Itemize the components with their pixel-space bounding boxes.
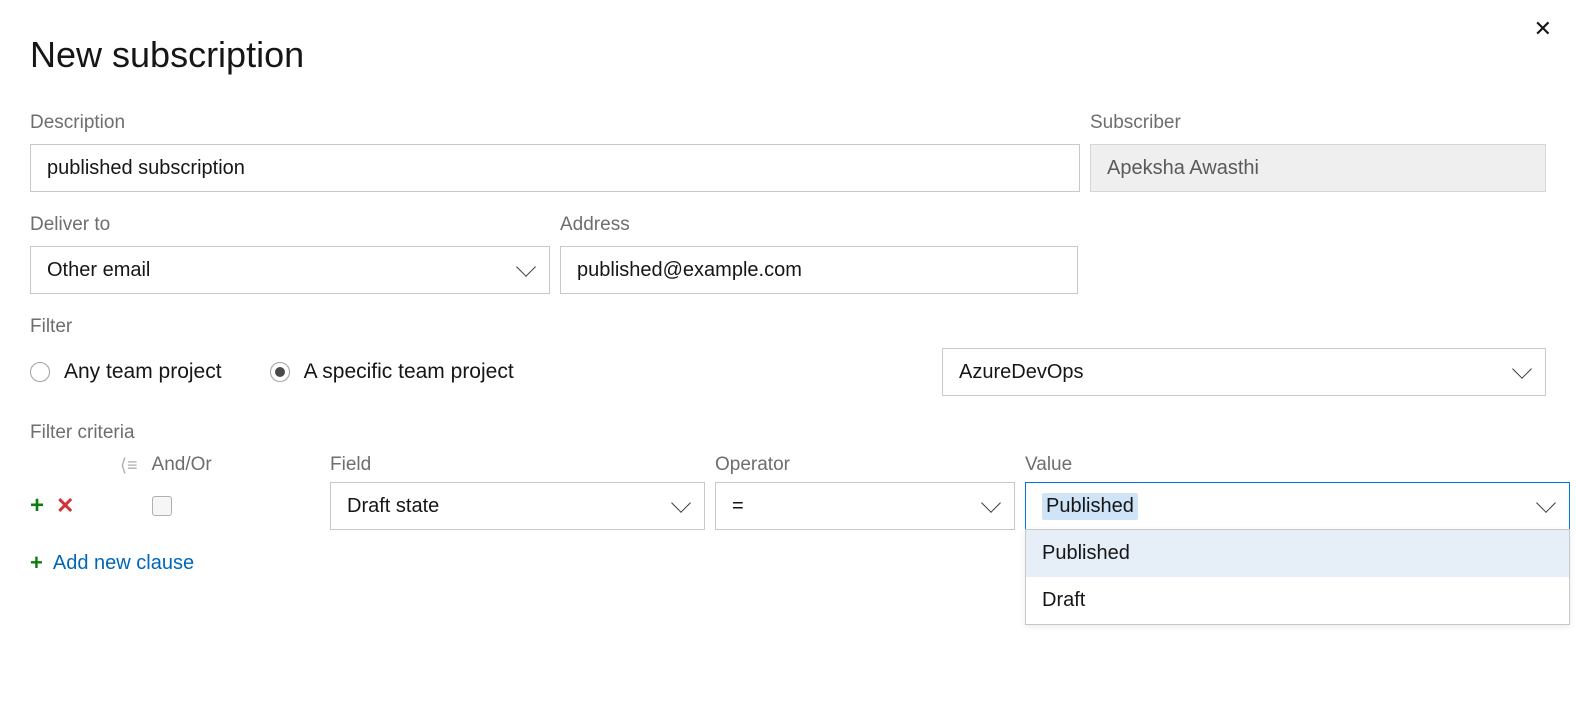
address-input[interactable] — [560, 246, 1078, 294]
field-select[interactable]: Draft state — [330, 482, 705, 530]
dropdown-option-draft[interactable]: Draft — [1026, 577, 1569, 624]
description-label: Description — [30, 112, 1080, 134]
field-select-value: Draft state — [347, 495, 439, 518]
col-andor: And/Or — [152, 454, 212, 476]
radio-any-project-label: Any team project — [64, 360, 222, 384]
chevron-down-icon — [1512, 359, 1532, 379]
address-label: Address — [560, 214, 1078, 236]
dropdown-option-published[interactable]: Published — [1026, 530, 1569, 577]
filter-label: Filter — [30, 316, 1546, 338]
radio-icon-unselected — [30, 362, 50, 382]
col-value: Value — [1025, 454, 1570, 476]
col-field: Field — [330, 454, 705, 476]
chevron-down-icon — [1536, 493, 1556, 513]
radio-icon-selected — [270, 362, 290, 382]
chevron-down-icon — [516, 257, 536, 277]
deliver-to-value: Other email — [47, 259, 150, 282]
chevron-down-icon — [671, 493, 691, 513]
dialog-title: New subscription — [30, 34, 304, 76]
value-select[interactable]: Published Published Draft — [1025, 482, 1570, 530]
deliver-to-select[interactable]: Other email — [30, 246, 550, 294]
deliver-to-label: Deliver to — [30, 214, 550, 236]
value-select-value: Published — [1042, 493, 1138, 520]
project-select-value: AzureDevOps — [959, 361, 1084, 384]
description-input[interactable] — [30, 144, 1080, 192]
plus-icon: + — [30, 550, 43, 576]
close-icon[interactable]: ✕ — [1534, 16, 1552, 42]
operator-select[interactable]: = — [715, 482, 1015, 530]
project-select[interactable]: AzureDevOps — [942, 348, 1546, 396]
filter-criteria-label: Filter criteria — [30, 422, 1546, 444]
col-operator: Operator — [715, 454, 1015, 476]
chevron-down-icon — [981, 493, 1001, 513]
radio-any-project[interactable]: Any team project — [30, 360, 222, 384]
group-icon: ⟨≡ — [120, 455, 138, 476]
value-dropdown: Published Draft — [1025, 529, 1570, 625]
subscriber-readonly: Apeksha Awasthi — [1090, 144, 1546, 192]
subscriber-label: Subscriber — [1090, 112, 1546, 134]
remove-icon[interactable]: ✕ — [56, 493, 74, 519]
radio-specific-project-label: A specific team project — [304, 360, 514, 384]
andor-checkbox[interactable] — [152, 496, 172, 516]
operator-select-value: = — [732, 495, 744, 518]
add-new-clause-label: Add new clause — [53, 552, 194, 575]
plus-icon[interactable]: + — [30, 492, 44, 520]
radio-specific-project[interactable]: A specific team project — [270, 360, 514, 384]
